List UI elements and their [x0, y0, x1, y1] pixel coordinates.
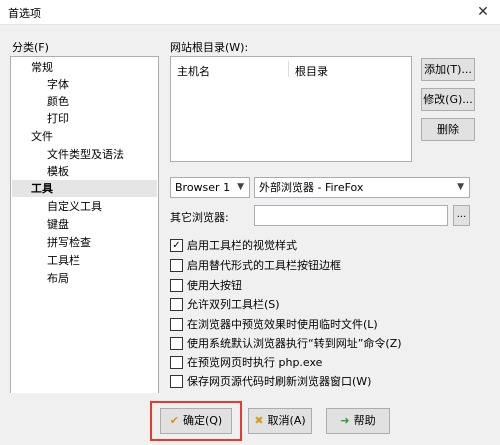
option-visual-style[interactable]: ✓ 启用工具栏的视觉样式 — [170, 238, 297, 254]
add-button[interactable]: 添加(T)... — [421, 58, 475, 81]
website-root-table[interactable]: 主机名 根目录 — [170, 56, 412, 162]
option-run-php[interactable]: 在预览网页时执行 php.exe — [170, 355, 322, 371]
category-item-templates[interactable]: 模板 — [47, 163, 69, 180]
other-browser-label: 其它浏览器: — [170, 211, 229, 224]
category-item-print[interactable]: 打印 — [47, 110, 69, 127]
option-default-browser[interactable]: 使用系统默认浏览器执行“转到网址”命令(Z) — [170, 336, 402, 352]
checkbox[interactable] — [170, 374, 183, 388]
option-alt-border[interactable]: 启用替代形式的工具栏按钮边框 — [170, 258, 341, 274]
checkbox[interactable] — [170, 355, 183, 369]
other-browser-input[interactable] — [254, 205, 448, 226]
browser-select-value: Browser 1 — [175, 181, 231, 194]
category-item-filetypes[interactable]: 文件类型及语法 — [47, 146, 124, 163]
external-browser-value: 外部浏览器 - FireFox — [259, 181, 364, 194]
category-list[interactable]: 常规 字体 颜色 打印 文件 文件类型及语法 模板 工具 自定义工具 键盘 拼写… — [10, 56, 159, 415]
category-item-file[interactable]: 文件 — [31, 128, 53, 145]
category-item-tools[interactable]: 工具 — [12, 180, 157, 197]
browser-select[interactable]: Browser 1 ▼ — [170, 177, 250, 198]
help-arrow-icon: ➜ — [340, 414, 350, 427]
category-item-toolbar[interactable]: 工具栏 — [47, 252, 80, 269]
dialog-body: 分类(F) 常规 字体 颜色 打印 文件 文件类型及语法 模板 工具 自定义工具… — [0, 25, 500, 445]
option-two-row-toolbar[interactable]: 允许双列工具栏(S) — [170, 297, 280, 313]
close-icon[interactable]: ✕ — [466, 0, 500, 24]
option-temp-file-preview[interactable]: 在浏览器中预览效果时使用临时文件(L) — [170, 317, 378, 333]
checkbox[interactable] — [170, 297, 183, 311]
option-large-buttons[interactable]: 使用大按钮 — [170, 278, 242, 294]
cancel-button[interactable]: ✖ 取消(A) — [248, 408, 312, 434]
chevron-down-icon: ▼ — [457, 182, 464, 192]
title-bar: 首选项 ✕ — [0, 0, 500, 25]
category-item-font[interactable]: 字体 — [47, 76, 69, 93]
chevron-down-icon: ▼ — [237, 182, 244, 192]
option-refresh-on-save[interactable]: 保存网页源代码时刷新浏览器窗口(W) — [170, 374, 371, 390]
checkbox[interactable] — [170, 336, 183, 350]
dialog-footer: ✔ 确定(Q) ✖ 取消(A) ➜ 帮助 — [0, 393, 500, 445]
checkbox[interactable] — [170, 317, 183, 331]
help-button[interactable]: ➜ 帮助 — [326, 408, 390, 434]
category-item-general[interactable]: 常规 — [31, 59, 53, 76]
checkbox[interactable] — [170, 278, 183, 292]
browse-button[interactable]: ... — [453, 205, 470, 226]
website-root-label: 网站根目录(W): — [170, 41, 249, 54]
window-title: 首选项 — [8, 7, 41, 20]
category-item-layout[interactable]: 布局 — [47, 270, 69, 287]
category-label: 分类(F) — [12, 41, 49, 54]
column-header-root[interactable]: 根目录 — [295, 63, 328, 79]
category-item-color[interactable]: 颜色 — [47, 93, 69, 110]
external-browser-select[interactable]: 外部浏览器 - FireFox ▼ — [254, 177, 470, 198]
checkbox-checked[interactable]: ✓ — [170, 238, 183, 252]
checkbox[interactable] — [170, 258, 183, 272]
cancel-x-icon: ✖ — [254, 414, 264, 427]
column-separator[interactable] — [288, 61, 289, 77]
category-item-spellcheck[interactable]: 拼写检查 — [47, 234, 91, 251]
edit-button[interactable]: 修改(G)... — [421, 88, 475, 111]
highlight-box — [150, 401, 242, 441]
category-item-keyboard[interactable]: 键盘 — [47, 216, 69, 233]
category-item-custom-tools[interactable]: 自定义工具 — [47, 198, 102, 215]
delete-button[interactable]: 删除 — [421, 118, 475, 141]
column-header-host[interactable]: 主机名 — [177, 63, 210, 79]
